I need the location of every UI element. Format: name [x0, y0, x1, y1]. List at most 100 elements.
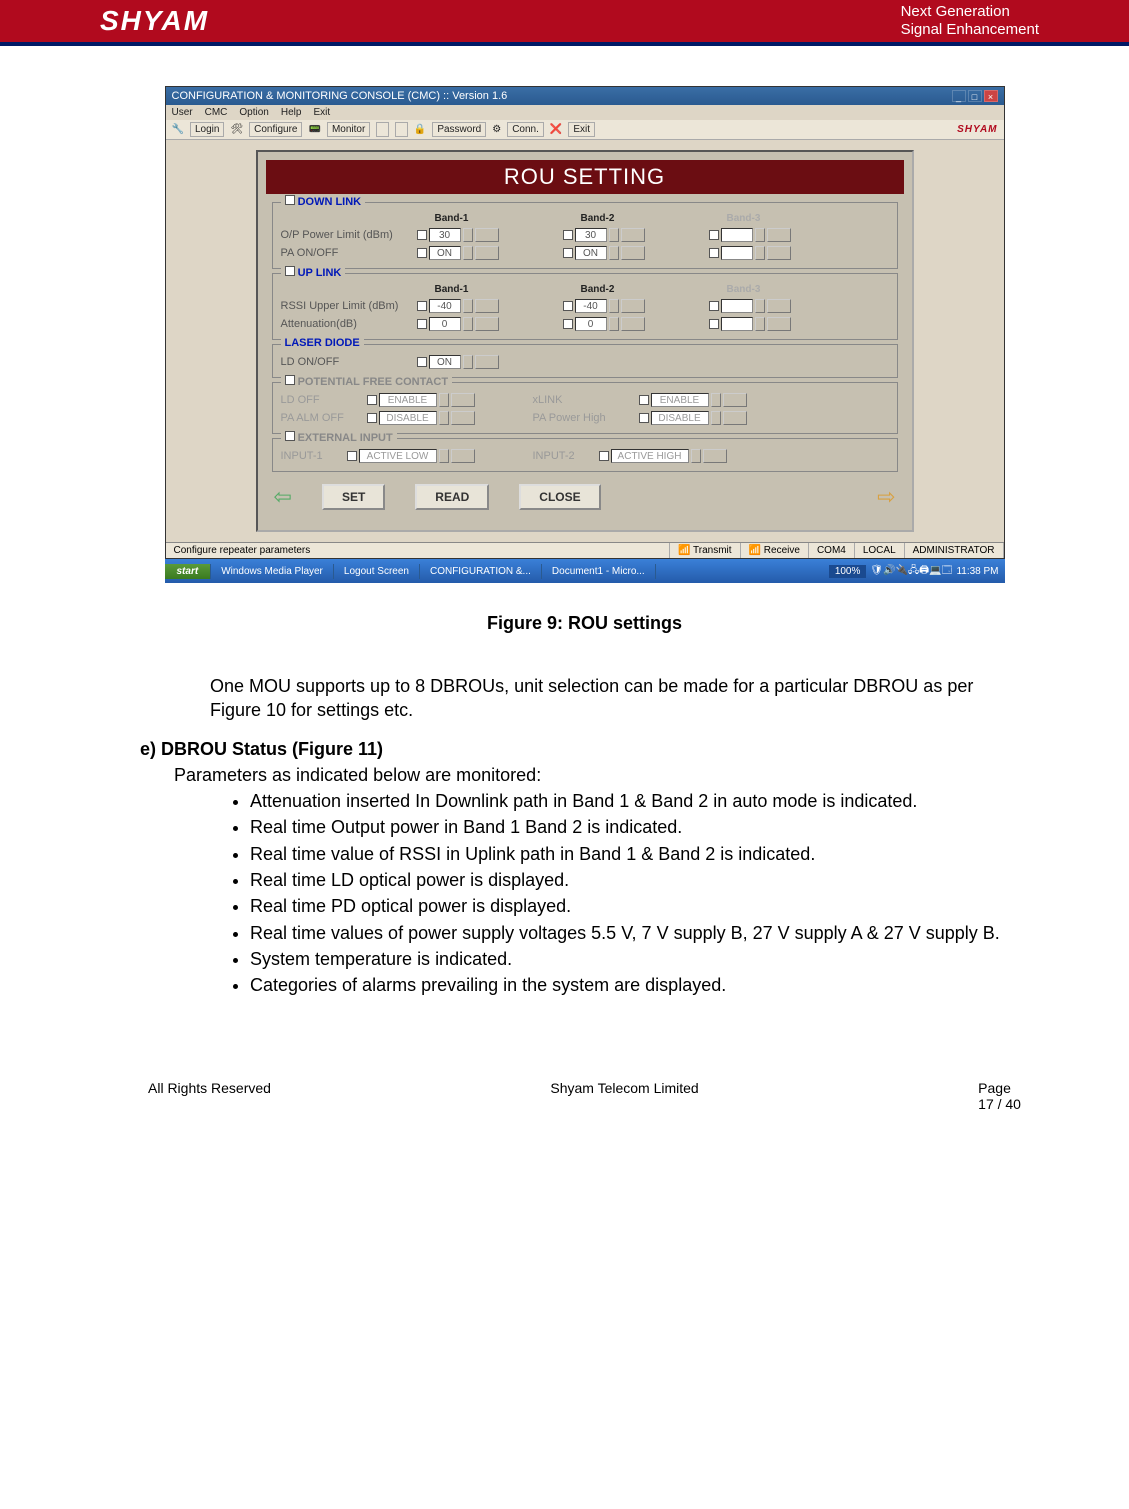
uplink-check[interactable]: [285, 266, 295, 276]
maximize-icon[interactable]: □: [968, 90, 982, 102]
laser-input[interactable]: ON: [429, 355, 461, 369]
conn-button[interactable]: Conn.: [507, 122, 544, 137]
pfc-check[interactable]: [285, 375, 295, 385]
spin[interactable]: [767, 228, 791, 242]
taskbar-item-1[interactable]: Windows Media Player: [211, 564, 334, 579]
dl-r2b3-input[interactable]: [721, 246, 753, 260]
spin[interactable]: [767, 246, 791, 260]
ext-v1-input[interactable]: ACTIVE LOW: [359, 449, 437, 463]
dl-r1b2-check[interactable]: [563, 230, 573, 240]
title-bar[interactable]: CONFIGURATION & MONITORING CONSOLE (CMC)…: [166, 87, 1004, 105]
pfc-r1b-input[interactable]: ENABLE: [651, 393, 709, 407]
dl-r2b2-check[interactable]: [563, 248, 573, 258]
menu-cmc[interactable]: CMC: [205, 107, 228, 118]
spin[interactable]: [755, 299, 765, 313]
taskbar-item-2[interactable]: Logout Screen: [334, 564, 420, 579]
spin[interactable]: [767, 299, 791, 313]
pfc-r1b-check[interactable]: [639, 395, 649, 405]
start-button[interactable]: start: [165, 564, 212, 579]
spin[interactable]: [439, 449, 449, 463]
pfc-r2a-check[interactable]: [367, 413, 377, 423]
spin[interactable]: [609, 317, 619, 331]
spin[interactable]: [755, 228, 765, 242]
ext-v1-check[interactable]: [347, 451, 357, 461]
ul-r1b3-check[interactable]: [709, 301, 719, 311]
dl-r2b3-check[interactable]: [709, 248, 719, 258]
set-button[interactable]: SET: [322, 484, 385, 510]
ul-r2b2-input[interactable]: 0: [575, 317, 607, 331]
spin[interactable]: [621, 317, 645, 331]
spin[interactable]: [621, 246, 645, 260]
spin[interactable]: [475, 299, 499, 313]
toolbar-btn-a[interactable]: [376, 122, 389, 137]
ul-r2b3-check[interactable]: [709, 319, 719, 329]
spin[interactable]: [621, 228, 645, 242]
spin[interactable]: [463, 228, 473, 242]
spin[interactable]: [451, 393, 475, 407]
login-button[interactable]: Login: [190, 122, 224, 137]
configure-button[interactable]: Configure: [249, 122, 302, 137]
dl-r1b3-check[interactable]: [709, 230, 719, 240]
toolbar-btn-b[interactable]: [395, 122, 408, 137]
spin[interactable]: [463, 246, 473, 260]
spin[interactable]: [723, 411, 747, 425]
dl-r1b1-check[interactable]: [417, 230, 427, 240]
spin[interactable]: [451, 411, 475, 425]
spin[interactable]: [723, 393, 747, 407]
spin[interactable]: [711, 393, 721, 407]
spin[interactable]: [463, 317, 473, 331]
spin[interactable]: [439, 393, 449, 407]
laser-check[interactable]: [417, 357, 427, 367]
spin[interactable]: [463, 299, 473, 313]
dl-r2b1-check[interactable]: [417, 248, 427, 258]
dl-r1b2-input[interactable]: 30: [575, 228, 607, 242]
monitor-button[interactable]: Monitor: [327, 122, 370, 137]
menu-user[interactable]: User: [172, 107, 193, 118]
ul-r1b3-input[interactable]: [721, 299, 753, 313]
pfc-r2b-check[interactable]: [639, 413, 649, 423]
read-button[interactable]: READ: [415, 484, 489, 510]
spin[interactable]: [451, 449, 475, 463]
ul-r2b2-check[interactable]: [563, 319, 573, 329]
spin[interactable]: [609, 299, 619, 313]
spin[interactable]: [755, 317, 765, 331]
spin[interactable]: [609, 246, 619, 260]
downlink-check[interactable]: [285, 195, 295, 205]
spin[interactable]: [475, 355, 499, 369]
dl-r1b3-input[interactable]: [721, 228, 753, 242]
password-button[interactable]: Password: [432, 122, 486, 137]
menu-exit[interactable]: Exit: [313, 107, 330, 118]
close-button[interactable]: CLOSE: [519, 484, 600, 510]
spin[interactable]: [463, 355, 473, 369]
spin[interactable]: [755, 246, 765, 260]
exit-button[interactable]: Exit: [568, 122, 595, 137]
ul-r1b1-input[interactable]: -40: [429, 299, 461, 313]
ul-r1b1-check[interactable]: [417, 301, 427, 311]
dl-r2b1-input[interactable]: ON: [429, 246, 461, 260]
spin[interactable]: [621, 299, 645, 313]
spin[interactable]: [475, 317, 499, 331]
spin[interactable]: [703, 449, 727, 463]
pfc-r1a-input[interactable]: ENABLE: [379, 393, 437, 407]
dl-r2b2-input[interactable]: ON: [575, 246, 607, 260]
pfc-r2b-input[interactable]: DISABLE: [651, 411, 709, 425]
spin[interactable]: [439, 411, 449, 425]
ext-v2-check[interactable]: [599, 451, 609, 461]
ul-r2b1-check[interactable]: [417, 319, 427, 329]
ext-check[interactable]: [285, 431, 295, 441]
pfc-r1a-check[interactable]: [367, 395, 377, 405]
next-arrow-icon[interactable]: ⇨: [877, 484, 895, 510]
menu-help[interactable]: Help: [281, 107, 302, 118]
ul-r2b3-input[interactable]: [721, 317, 753, 331]
spin[interactable]: [475, 228, 499, 242]
ul-r2b1-input[interactable]: 0: [429, 317, 461, 331]
systray-icons[interactable]: 🛡🔊🔌🖧🖨💻🗔: [870, 563, 952, 580]
prev-arrow-icon[interactable]: ⇦: [274, 484, 292, 510]
spin[interactable]: [609, 228, 619, 242]
taskbar-item-3[interactable]: CONFIGURATION &...: [420, 564, 542, 579]
menu-option[interactable]: Option: [239, 107, 268, 118]
ul-r1b2-check[interactable]: [563, 301, 573, 311]
ul-r1b2-input[interactable]: -40: [575, 299, 607, 313]
dl-r1b1-input[interactable]: 30: [429, 228, 461, 242]
minimize-icon[interactable]: _: [952, 90, 966, 102]
